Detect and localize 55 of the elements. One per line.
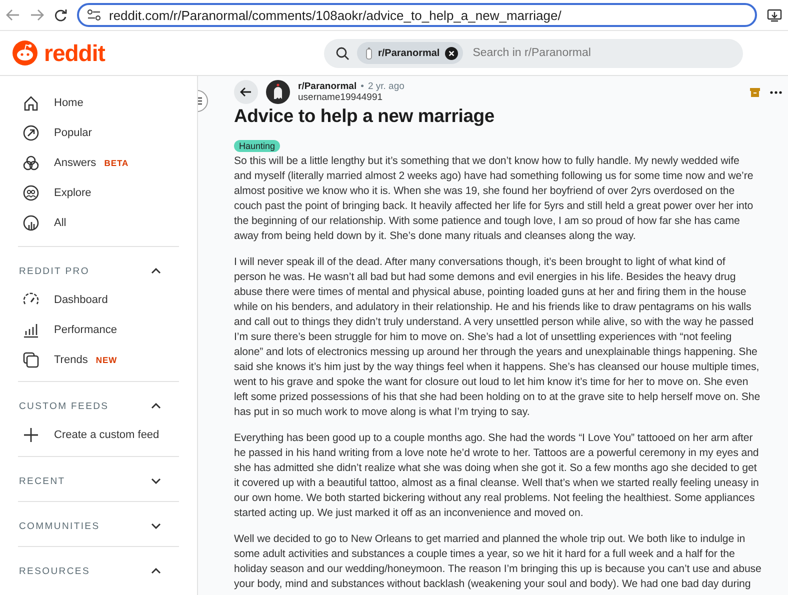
- post-paragraph: I will never speak ill of the dead. After many conversations though, it’s been brought to light of what kind of person he was. He wasn’t all bad but had some demons and evil energies in his life. Besides the heavy drug abuse there were times of mental and physical abuse, pointing loaded guns at her and firing them in the house while on his benders, and adulatory in their relationship. He and his friends like to draw pentagrams on his walls and call out to things they didn’t truly understand. A very unsettled person while alive, so with the way he passed I’m sure there’s been struggle for him to move on. She’s had a lot of unsettling experiences with “not feeling alone” and lots of electronics messing up around her through the years and unexplainable things happening. She said she knows it’s him just by the way things feel when it happens. She’s has cleansed our house multiple times, went to his grave and spoke the want for closure out loud to let him know it’s time for her to move on. She even left some prized possessions of his that she had been holding on to at the grave site to help herself move on. She has put in so much work to move along is what I’m trying to say.: [234, 255, 762, 420]
- url-text: reddit.com/r/Paranormal/comments/108aokr/advice_to_help_a_new_marriage/: [109, 8, 562, 22]
- back-button[interactable]: [234, 80, 258, 104]
- search-icon[interactable]: [336, 46, 349, 60]
- reload-icon[interactable]: [54, 8, 67, 22]
- sidebar-item[interactable]: Explore: [18, 178, 179, 208]
- feature-tag: BETA: [104, 158, 129, 168]
- chevron-up-icon[interactable]: [151, 268, 161, 274]
- post-paragraph: Everything has been good up to a couple months ago. She had the words “I Love You” tattooed on her arm after he passed in his hand writing from a love note he’d wrote to her. Tattoos are a powerful ceremony in my eyes and she has admitted she didn’t realize what she was doing when she got it. So a few months ago she decided to get it covered up with a beautiful tattoo, almost as a final cleanse. Well that’s when we started really feeling uneasy in our own home. We both started bickering without any real problems. Not feeling the healthiest. Some appliances started acting up. We just marked it off as an inconvenience and moved on.: [234, 431, 760, 521]
- archive-box-icon: [750, 88, 760, 96]
- community-link[interactable]: r/Paranormal: [298, 81, 357, 92]
- install-app-icon[interactable]: [767, 8, 782, 22]
- bar-chart-icon: [22, 321, 40, 339]
- post-time: 2 yr. ago: [368, 81, 404, 92]
- section-heading: REDDIT PRO: [19, 266, 90, 276]
- sidebar-item[interactable]: Performance: [18, 315, 179, 345]
- post-title: Advice to help a new marriage: [234, 105, 496, 127]
- back-arrow-icon: [240, 87, 252, 97]
- section-heading: RESOURCES: [19, 566, 90, 576]
- chevron-up-icon[interactable]: [151, 403, 161, 409]
- search-field[interactable]: r/Paranormal Search in r/Paranormal: [324, 38, 743, 68]
- sidebar-item[interactable]: All: [18, 208, 179, 238]
- more-options-icon[interactable]: [770, 90, 782, 94]
- separator-dot: •: [360, 81, 364, 92]
- plus-icon: [22, 426, 40, 444]
- post-paragraph: So this will be a little lengthy but it’s something that we don’t know how to fully handle. My newly wedded wife and myself (literally married almost 2 weeks ago) have had something following us for some time now and we’re almost positive we know who it is. When she was 19, she found her boyfriend of over 2yrs overdosed on the couch past the point of bringing back. It heavily affected her life for 5yrs and still held a great power over her into the beginning of our relationship. With some patience and tough love, I am so proud of how far she has came away from being held down by it. She’s done many rituals and cleanses along the way.: [234, 154, 754, 244]
- feature-tag: NEW: [96, 355, 118, 365]
- home-icon: [22, 94, 40, 112]
- section-heading: CUSTOM FEEDS: [19, 400, 109, 412]
- sidebar-item[interactable]: Answers BETA: [18, 148, 179, 178]
- community-avatar-icon[interactable]: [266, 80, 290, 104]
- community-filter-chip[interactable]: r/Paranormal: [357, 42, 463, 64]
- forward-arrow-icon[interactable]: [30, 9, 44, 21]
- author-link[interactable]: username19944991: [298, 92, 404, 103]
- close-icon[interactable]: [444, 46, 458, 60]
- people-circle-icon: [22, 184, 40, 202]
- section-heading: RECENT: [19, 476, 66, 486]
- sidebar-item[interactable]: Trends NEW: [18, 345, 179, 375]
- alien-logo-icon[interactable]: [12, 40, 38, 66]
- sidebar-item[interactable]: Popular: [18, 118, 179, 148]
- sidebar-item[interactable]: Create a custom feed: [18, 420, 179, 450]
- chevron-down-icon[interactable]: [151, 523, 161, 529]
- post-flair: Haunting: [234, 140, 280, 152]
- sidebar-item[interactable]: Dashboard: [18, 285, 179, 315]
- site-settings-icon[interactable]: [87, 9, 101, 21]
- stacked-squares-icon: [22, 351, 40, 369]
- address-bar[interactable]: reddit.com/r/Paranormal/comments/108aokr/advice_to_help_a_new_marriage/: [77, 3, 757, 27]
- chevron-down-icon[interactable]: [151, 478, 161, 484]
- chevron-up-icon[interactable]: [151, 568, 161, 574]
- sidebar-item[interactable]: Home: [18, 88, 179, 118]
- bar-chart-circle-icon: [22, 214, 40, 232]
- post-paragraph: Well we decided to go to New Orleans to get married and planned the whole trip out. We both like to indulge in some adult activities and substances a couple times a year, so we hit it hard for a full week and a half for the holiday season and our wedding/honeymoon. The reason I’m bringing this up is because you can’t use and abuse your body, mind and substances without backlash (weakening your soul and body). We had one bad day during: [234, 532, 762, 592]
- back-arrow-icon[interactable]: [6, 9, 20, 21]
- overlapping-circles-icon: [22, 154, 40, 172]
- section-heading: COMMUNITIES: [19, 520, 100, 532]
